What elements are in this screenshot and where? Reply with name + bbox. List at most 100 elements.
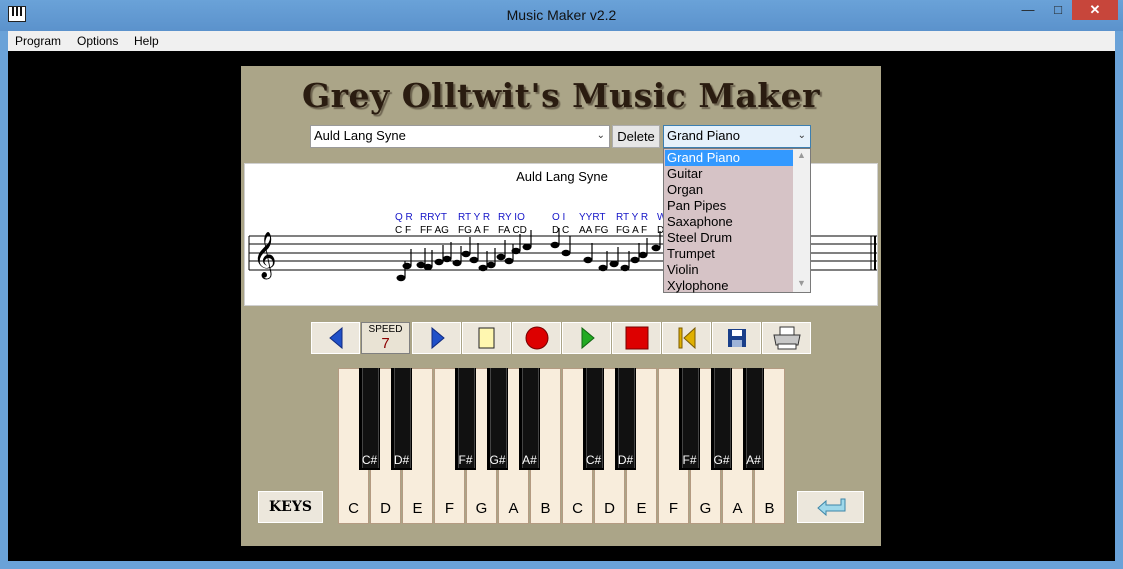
key-label: A#	[746, 453, 761, 467]
save-button[interactable]	[712, 322, 761, 354]
previous-button[interactable]	[311, 322, 360, 354]
stop-button[interactable]	[612, 322, 661, 354]
key-letters-7: RT Y R	[616, 212, 648, 223]
black-key-d-sharp[interactable]: D#	[391, 368, 412, 470]
note-head	[423, 263, 433, 271]
key-label: A#	[522, 453, 537, 467]
menu-help[interactable]: Help	[134, 34, 159, 48]
chevron-down-icon: ⌄	[797, 130, 806, 141]
instrument-option-steel-drum[interactable]: Steel Drum	[665, 230, 795, 246]
key-letters-1: Q R	[395, 212, 413, 223]
key-label: E	[636, 500, 647, 517]
instrument-option-grand-piano[interactable]: Grand Piano	[665, 150, 795, 166]
note-head	[638, 251, 648, 259]
save-icon	[728, 329, 746, 347]
note-head	[583, 256, 593, 264]
stop-icon	[625, 326, 649, 350]
list-scrollbar[interactable]: ▲ ▼	[793, 149, 810, 292]
note-head	[651, 244, 661, 252]
key-label: G#	[713, 453, 730, 467]
print-button[interactable]	[762, 322, 811, 354]
instrument-option-violin[interactable]: Violin	[665, 262, 795, 278]
instrument-option-pan-pipes[interactable]: Pan Pipes	[665, 198, 795, 214]
menu-options[interactable]: Options	[77, 34, 118, 48]
key-letters-5: O I	[552, 212, 565, 223]
black-key-f-sharp-2[interactable]: F#	[679, 368, 700, 470]
song-select-value: Auld Lang Syne	[314, 128, 406, 143]
key-label: C#	[585, 453, 602, 467]
note-head	[496, 253, 506, 261]
next-button[interactable]	[412, 322, 461, 354]
note-head	[561, 249, 571, 257]
instrument-select-value: Grand Piano	[667, 128, 740, 143]
note-letters-5: D C	[552, 225, 569, 236]
piano-keyboard: C D E F G A B C D E F G A B C# D# F# G# …	[338, 368, 785, 524]
speed-control[interactable]: SPEED 7	[361, 322, 410, 354]
minimize-button[interactable]: —	[1012, 0, 1044, 20]
key-label: B	[540, 500, 551, 517]
black-key-a-sharp-2[interactable]: A#	[743, 368, 764, 470]
window-frame-left	[0, 31, 8, 569]
enter-button[interactable]	[797, 491, 864, 523]
window-title: Music Maker v2.2	[506, 7, 617, 23]
black-key-c-sharp[interactable]: C#	[359, 368, 380, 470]
key-letters-3: RT Y R	[458, 212, 490, 223]
note-head	[609, 260, 619, 268]
black-key-a-sharp[interactable]: A#	[519, 368, 540, 470]
speed-value: 7	[381, 335, 390, 352]
instrument-option-organ[interactable]: Organ	[665, 182, 795, 198]
song-select[interactable]: Auld Lang Syne ⌄	[310, 125, 610, 148]
black-key-d-sharp-2[interactable]: D#	[615, 368, 636, 470]
key-label: A	[732, 500, 743, 517]
black-key-g-sharp[interactable]: G#	[487, 368, 508, 470]
maximize-button[interactable]: □	[1044, 0, 1072, 20]
black-key-g-sharp-2[interactable]: G#	[711, 368, 732, 470]
key-label: C#	[361, 453, 378, 467]
note-head	[478, 264, 488, 272]
menu-bar: Program Options Help	[8, 31, 1115, 51]
key-label: F	[444, 500, 455, 517]
black-key-f-sharp[interactable]: F#	[455, 368, 476, 470]
record-button[interactable]	[512, 322, 561, 354]
key-label: D	[380, 500, 391, 517]
rewind-button[interactable]	[662, 322, 711, 354]
note-letters-6: AA FG	[579, 225, 609, 236]
print-icon	[773, 326, 801, 350]
instrument-option-guitar[interactable]: Guitar	[665, 166, 795, 182]
title-bar[interactable]: Music Maker v2.2 — □ ✕	[0, 0, 1123, 31]
note-head	[511, 247, 521, 255]
new-song-button[interactable]	[462, 322, 511, 354]
scroll-down-icon[interactable]: ▼	[793, 278, 810, 288]
rewind-to-start-icon	[678, 326, 696, 350]
keys-button[interactable]: KEYS	[258, 491, 323, 523]
key-label: G#	[489, 453, 506, 467]
key-label: G	[699, 500, 712, 517]
note-head	[402, 262, 412, 270]
note-letters-4: FA CD	[498, 225, 527, 236]
menu-program[interactable]: Program	[15, 34, 61, 48]
instrument-option-saxaphone[interactable]: Saxaphone	[665, 214, 795, 230]
note-head	[461, 250, 471, 258]
record-icon	[525, 326, 549, 350]
black-key-c-sharp-2[interactable]: C#	[583, 368, 604, 470]
note-letters-3: FG A F	[458, 225, 489, 236]
window-frame-bottom	[0, 561, 1123, 569]
close-button[interactable]: ✕	[1072, 0, 1118, 20]
note-head	[620, 264, 630, 272]
note-head	[598, 264, 608, 272]
note-letters-2: FF AG	[420, 225, 449, 236]
chevron-down-icon: ⌄	[596, 130, 605, 141]
instrument-option-xylophone[interactable]: Xylophone	[665, 278, 795, 294]
key-label: A	[508, 500, 519, 517]
play-button[interactable]	[562, 322, 611, 354]
delete-button[interactable]: Delete	[612, 125, 660, 148]
note-head	[469, 256, 479, 264]
enter-arrow-icon	[817, 498, 846, 517]
scroll-up-icon[interactable]: ▲	[793, 150, 810, 160]
instrument-option-trumpet[interactable]: Trumpet	[665, 246, 795, 262]
instrument-dropdown-list[interactable]: Grand Piano Guitar Organ Pan Pipes Saxap…	[663, 148, 811, 293]
note-head	[550, 241, 560, 249]
app-window: Music Maker v2.2 — □ ✕ Program Options H…	[0, 0, 1123, 569]
key-label: F#	[458, 453, 473, 467]
instrument-select[interactable]: Grand Piano ⌄	[663, 125, 811, 148]
